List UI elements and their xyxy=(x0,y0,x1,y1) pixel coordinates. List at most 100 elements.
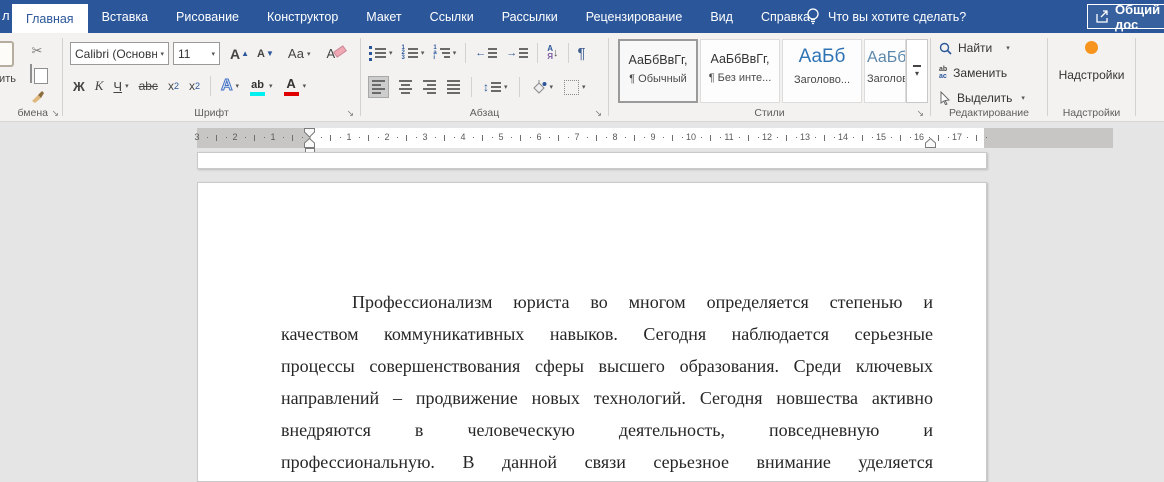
increase-indent-button[interactable]: → xyxy=(506,47,529,59)
addins-button[interactable]: Надстройки xyxy=(1048,41,1135,82)
paste-button[interactable]: зить xyxy=(0,41,16,85)
multilevel-list-button[interactable]: 1 a i ▾ xyxy=(433,45,456,61)
ruler[interactable]: 3 2 1 1 2 3 4 5 6 7 8 9 10 11 12 13 14 15 16 17 xyxy=(194,128,1113,156)
tab-layout[interactable]: Макет xyxy=(352,0,415,33)
tab-draw[interactable]: Рисование xyxy=(162,0,253,33)
highlight-color-swatch xyxy=(250,92,266,96)
style-card-no-spacing[interactable]: АаБбВвГг, ¶ Без инте... xyxy=(700,39,780,103)
addins-group-label: Надстройки xyxy=(1062,107,1121,119)
tab-home[interactable]: Главная xyxy=(12,4,88,33)
clipboard-dialog-launcher[interactable]: ↘ xyxy=(51,108,59,119)
cursor-arrow-icon xyxy=(940,91,951,105)
underline-button[interactable]: Ч ▾ xyxy=(113,79,128,94)
align-left-button[interactable] xyxy=(368,76,389,98)
copy-button[interactable] xyxy=(30,64,44,83)
tab-view[interactable]: Вид xyxy=(696,0,747,33)
find-label: Найти xyxy=(958,41,993,55)
select-label: Выделить xyxy=(957,91,1013,105)
bullets-button[interactable]: ▾ xyxy=(369,45,393,61)
change-case-button[interactable]: Аа ▾ xyxy=(288,46,311,61)
tab-review[interactable]: Рецензирование xyxy=(572,0,697,33)
find-button[interactable]: Найти ▾ xyxy=(939,41,1010,55)
document-line: профессиональную. В данной связи серьезн… xyxy=(281,452,933,472)
tell-me-label: Что вы хотите сделать? xyxy=(828,9,967,24)
bold-button[interactable]: Ж xyxy=(73,79,85,94)
document-text[interactable]: Профессионализм юриста во многом определ… xyxy=(281,286,933,478)
justify-icon xyxy=(447,80,460,94)
hanging-indent-marker[interactable] xyxy=(303,138,316,148)
cut-button[interactable]: ✂ xyxy=(30,43,44,59)
font-group-label: Шрифт xyxy=(194,107,229,119)
share-button[interactable]: Общий дос xyxy=(1087,1,1164,32)
style-sample: АаБбВвГг, xyxy=(628,53,688,67)
editing-group: Найти ▾ ab ac Заменить Выделить ▾ Редактиро… xyxy=(931,33,1047,122)
format-painter-button[interactable] xyxy=(30,89,44,103)
italic-button[interactable]: К xyxy=(95,78,104,94)
addins-button-label: Надстройки xyxy=(1058,68,1125,82)
show-marks-button[interactable]: ¶ xyxy=(578,45,586,62)
shading-button[interactable]: ▾ xyxy=(531,80,553,94)
replace-label: Заменить xyxy=(953,66,1008,80)
tab-insert[interactable]: Вставка xyxy=(88,0,162,33)
page-1-bottom xyxy=(197,152,987,169)
style-sample: АаБб xyxy=(798,46,846,67)
style-card-normal[interactable]: АаБбВвГг, ¶ Обычный xyxy=(618,39,698,103)
styles-dialog-launcher[interactable]: ↘ xyxy=(916,108,924,119)
line-spacing-button[interactable]: ↕ ▾ xyxy=(483,80,508,94)
bullets-icon xyxy=(369,45,386,61)
sort-button[interactable]: АЯ ↓ xyxy=(547,45,558,61)
file-tab-fragment[interactable]: л xyxy=(2,8,10,23)
updown-arrow-icon: ↕ xyxy=(483,80,489,94)
styles-group: АаБбВвГг, ¶ Обычный АаБбВвГг, ¶ Без инте… xyxy=(609,33,930,122)
text-effects-button[interactable]: А ▾ xyxy=(220,77,239,95)
tab-mailings[interactable]: Рассылки xyxy=(488,0,572,33)
paste-icon xyxy=(0,41,14,67)
style-sample: АаБбВ xyxy=(867,49,905,66)
strikethrough-button[interactable]: abc xyxy=(139,79,158,93)
copy-icon xyxy=(30,64,32,83)
ruler-ticks: 3 2 1 1 2 3 4 5 6 7 8 9 10 11 12 13 14 15 16 17 xyxy=(194,128,1113,148)
style-name: ¶ Обычный xyxy=(629,73,687,85)
borders-button[interactable]: ▾ xyxy=(564,79,586,95)
font-size-combobox[interactable]: 11 ▾ xyxy=(173,42,220,65)
subscript-button[interactable]: x2 xyxy=(168,79,179,93)
align-right-button[interactable] xyxy=(423,80,436,94)
select-button[interactable]: Выделить ▾ xyxy=(939,91,1025,105)
numbering-icon: 123 xyxy=(402,45,418,61)
document-line: процессы совершенствования сферы высшего… xyxy=(281,356,933,376)
tell-me-search[interactable]: Что вы хотите сделать? xyxy=(806,0,966,33)
styles-gallery-more-button[interactable]: ▾ xyxy=(906,39,928,103)
editing-group-label: Редактирование xyxy=(949,107,1029,119)
align-center-icon xyxy=(399,80,412,94)
eraser-icon xyxy=(333,45,348,58)
clear-formatting-button[interactable]: А xyxy=(326,45,348,61)
right-indent-marker[interactable] xyxy=(924,138,937,148)
tab-design[interactable]: Конструктор xyxy=(253,0,352,33)
style-name: Заголово... xyxy=(867,73,905,85)
tab-strip: Главная Вставка Рисование Конструктор Ма… xyxy=(12,0,824,33)
addins-group: Надстройки Надстройки xyxy=(1048,33,1135,122)
style-card-heading2[interactable]: АаБбВ Заголово... xyxy=(864,39,906,103)
grow-font-button[interactable]: А ▲ xyxy=(230,46,249,62)
search-icon xyxy=(939,42,952,55)
justify-button[interactable] xyxy=(447,80,460,94)
style-card-heading1[interactable]: АаБб Заголово... xyxy=(782,39,862,103)
tab-references[interactable]: Ссылки xyxy=(416,0,488,33)
superscript-button[interactable]: x2 xyxy=(189,79,200,93)
share-label: Общий дос xyxy=(1115,1,1161,32)
paragraph-dialog-launcher[interactable]: ↘ xyxy=(594,108,602,119)
decrease-indent-button[interactable]: ← xyxy=(475,47,498,59)
paragraph-group: ▾ 1 2 3 ▾ 1 a i ▾ ← → АЯ ↓ ¶ ↕ ▾ ▾ ▾ Абз… xyxy=(361,33,608,122)
shrink-font-button[interactable]: А ▼ xyxy=(257,48,274,60)
font-dialog-launcher[interactable]: ↘ xyxy=(346,108,354,119)
page-2[interactable]: Профессионализм юриста во многом определ… xyxy=(197,182,987,482)
font-color-button[interactable]: А ▾ xyxy=(283,76,306,96)
numbering-button[interactable]: 1 2 3 ▾ xyxy=(402,45,425,61)
chevron-down-icon: ▾ xyxy=(160,50,164,58)
align-center-button[interactable] xyxy=(399,80,412,94)
first-line-indent-marker[interactable] xyxy=(303,128,316,138)
clipboard-group: зить ✂ бмена ↘ xyxy=(0,33,62,122)
replace-button[interactable]: ab ac Заменить xyxy=(939,66,1007,80)
font-name-combobox[interactable]: Calibri (Основн ▾ xyxy=(70,42,169,65)
highlight-color-button[interactable]: ab ▾ xyxy=(249,76,273,96)
